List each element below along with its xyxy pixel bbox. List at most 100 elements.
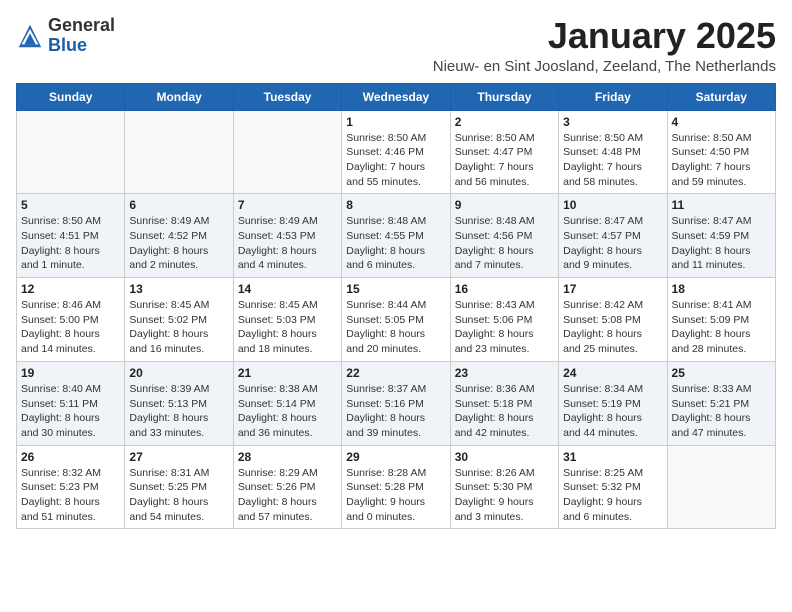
calendar-cell: 4 Sunrise: 8:50 AM Sunset: 4:50 PM Daylig… (667, 110, 775, 194)
day-number: 30 (455, 450, 554, 464)
calendar-cell: 21 Sunrise: 8:38 AM Sunset: 5:14 PM Dayli… (233, 361, 341, 445)
day-number: 25 (672, 366, 771, 380)
day-number: 19 (21, 366, 120, 380)
day-info: Sunrise: 8:48 AM Sunset: 4:56 PM Dayligh… (455, 214, 554, 273)
calendar-week-row: 26 Sunrise: 8:32 AM Sunset: 5:23 PM Dayli… (17, 445, 776, 529)
day-info: Sunrise: 8:32 AM Sunset: 5:23 PM Dayligh… (21, 466, 120, 525)
calendar-cell: 10 Sunrise: 8:47 AM Sunset: 4:57 PM Dayli… (559, 194, 667, 278)
day-info: Sunrise: 8:45 AM Sunset: 5:03 PM Dayligh… (238, 298, 337, 357)
calendar-cell: 31 Sunrise: 8:25 AM Sunset: 5:32 PM Dayli… (559, 445, 667, 529)
calendar-cell: 19 Sunrise: 8:40 AM Sunset: 5:11 PM Dayli… (17, 361, 125, 445)
weekday-header: Thursday (450, 83, 558, 110)
calendar-cell: 8 Sunrise: 8:48 AM Sunset: 4:55 PM Daylig… (342, 194, 450, 278)
day-info: Sunrise: 8:28 AM Sunset: 5:28 PM Dayligh… (346, 466, 445, 525)
calendar-cell: 29 Sunrise: 8:28 AM Sunset: 5:28 PM Dayli… (342, 445, 450, 529)
title-section: January 2025 Nieuw- en Sint Joosland, Ze… (433, 16, 776, 75)
day-info: Sunrise: 8:33 AM Sunset: 5:21 PM Dayligh… (672, 382, 771, 441)
day-info: Sunrise: 8:25 AM Sunset: 5:32 PM Dayligh… (563, 466, 662, 525)
day-number: 4 (672, 115, 771, 129)
day-info: Sunrise: 8:40 AM Sunset: 5:11 PM Dayligh… (21, 382, 120, 441)
day-info: Sunrise: 8:50 AM Sunset: 4:50 PM Dayligh… (672, 131, 771, 190)
day-number: 31 (563, 450, 662, 464)
day-number: 13 (129, 282, 228, 296)
day-number: 28 (238, 450, 337, 464)
day-info: Sunrise: 8:44 AM Sunset: 5:05 PM Dayligh… (346, 298, 445, 357)
day-number: 27 (129, 450, 228, 464)
weekday-header: Friday (559, 83, 667, 110)
day-info: Sunrise: 8:29 AM Sunset: 5:26 PM Dayligh… (238, 466, 337, 525)
day-number: 16 (455, 282, 554, 296)
day-number: 26 (21, 450, 120, 464)
calendar-cell: 16 Sunrise: 8:43 AM Sunset: 5:06 PM Dayli… (450, 278, 558, 362)
logo-icon (16, 22, 44, 50)
calendar-cell (233, 110, 341, 194)
day-number: 18 (672, 282, 771, 296)
logo: General Blue (16, 16, 115, 56)
day-number: 8 (346, 198, 445, 212)
day-number: 14 (238, 282, 337, 296)
calendar-cell: 18 Sunrise: 8:41 AM Sunset: 5:09 PM Dayli… (667, 278, 775, 362)
day-info: Sunrise: 8:41 AM Sunset: 5:09 PM Dayligh… (672, 298, 771, 357)
day-info: Sunrise: 8:46 AM Sunset: 5:00 PM Dayligh… (21, 298, 120, 357)
day-number: 12 (21, 282, 120, 296)
calendar-cell: 3 Sunrise: 8:50 AM Sunset: 4:48 PM Daylig… (559, 110, 667, 194)
day-number: 3 (563, 115, 662, 129)
calendar-cell: 7 Sunrise: 8:49 AM Sunset: 4:53 PM Daylig… (233, 194, 341, 278)
calendar-week-row: 19 Sunrise: 8:40 AM Sunset: 5:11 PM Dayli… (17, 361, 776, 445)
calendar-cell: 1Sunrise: 8:50 AM Sunset: 4:46 PM Daylig… (342, 110, 450, 194)
day-number: 9 (455, 198, 554, 212)
calendar-cell: 6 Sunrise: 8:49 AM Sunset: 4:52 PM Daylig… (125, 194, 233, 278)
calendar-cell: 23Sunrise: 8:36 AM Sunset: 5:18 PM Dayli… (450, 361, 558, 445)
day-number: 20 (129, 366, 228, 380)
day-number: 17 (563, 282, 662, 296)
calendar-week-row: 5Sunrise: 8:50 AM Sunset: 4:51 PM Daylig… (17, 194, 776, 278)
day-info: Sunrise: 8:49 AM Sunset: 4:53 PM Dayligh… (238, 214, 337, 273)
calendar-cell: 30 Sunrise: 8:26 AM Sunset: 5:30 PM Dayli… (450, 445, 558, 529)
day-number: 10 (563, 198, 662, 212)
calendar-cell: 2Sunrise: 8:50 AM Sunset: 4:47 PM Daylig… (450, 110, 558, 194)
calendar-week-row: 12 Sunrise: 8:46 AM Sunset: 5:00 PM Dayli… (17, 278, 776, 362)
day-info: Sunrise: 8:49 AM Sunset: 4:52 PM Dayligh… (129, 214, 228, 273)
logo-blue: Blue (48, 36, 115, 56)
weekday-header: Saturday (667, 83, 775, 110)
calendar-cell: 5Sunrise: 8:50 AM Sunset: 4:51 PM Daylig… (17, 194, 125, 278)
location-title: Nieuw- en Sint Joosland, Zeeland, The Ne… (433, 58, 776, 75)
day-info: Sunrise: 8:38 AM Sunset: 5:14 PM Dayligh… (238, 382, 337, 441)
logo-general: General (48, 16, 115, 36)
day-info: Sunrise: 8:47 AM Sunset: 4:57 PM Dayligh… (563, 214, 662, 273)
day-info: Sunrise: 8:47 AM Sunset: 4:59 PM Dayligh… (672, 214, 771, 273)
day-number: 6 (129, 198, 228, 212)
calendar-cell: 28 Sunrise: 8:29 AM Sunset: 5:26 PM Dayli… (233, 445, 341, 529)
weekday-header: Sunday (17, 83, 125, 110)
calendar-table: SundayMondayTuesdayWednesdayThursdayFrid… (16, 83, 776, 530)
day-info: Sunrise: 8:36 AM Sunset: 5:18 PM Dayligh… (455, 382, 554, 441)
day-info: Sunrise: 8:50 AM Sunset: 4:48 PM Dayligh… (563, 131, 662, 190)
day-number: 11 (672, 198, 771, 212)
calendar-cell (667, 445, 775, 529)
day-info: Sunrise: 8:39 AM Sunset: 5:13 PM Dayligh… (129, 382, 228, 441)
day-number: 22 (346, 366, 445, 380)
calendar-cell: 12 Sunrise: 8:46 AM Sunset: 5:00 PM Dayli… (17, 278, 125, 362)
calendar-cell (17, 110, 125, 194)
day-number: 21 (238, 366, 337, 380)
day-info: Sunrise: 8:34 AM Sunset: 5:19 PM Dayligh… (563, 382, 662, 441)
day-info: Sunrise: 8:26 AM Sunset: 5:30 PM Dayligh… (455, 466, 554, 525)
day-info: Sunrise: 8:43 AM Sunset: 5:06 PM Dayligh… (455, 298, 554, 357)
day-info: Sunrise: 8:42 AM Sunset: 5:08 PM Dayligh… (563, 298, 662, 357)
calendar-cell: 26 Sunrise: 8:32 AM Sunset: 5:23 PM Dayli… (17, 445, 125, 529)
day-info: Sunrise: 8:50 AM Sunset: 4:46 PM Dayligh… (346, 131, 445, 190)
day-number: 7 (238, 198, 337, 212)
day-info: Sunrise: 8:48 AM Sunset: 4:55 PM Dayligh… (346, 214, 445, 273)
calendar-cell (125, 110, 233, 194)
calendar-cell: 11 Sunrise: 8:47 AM Sunset: 4:59 PM Dayli… (667, 194, 775, 278)
weekday-header: Wednesday (342, 83, 450, 110)
day-number: 24 (563, 366, 662, 380)
day-number: 5 (21, 198, 120, 212)
day-info: Sunrise: 8:45 AM Sunset: 5:02 PM Dayligh… (129, 298, 228, 357)
calendar-cell: 14 Sunrise: 8:45 AM Sunset: 5:03 PM Dayli… (233, 278, 341, 362)
calendar-cell: 25 Sunrise: 8:33 AM Sunset: 5:21 PM Dayli… (667, 361, 775, 445)
day-info: Sunrise: 8:37 AM Sunset: 5:16 PM Dayligh… (346, 382, 445, 441)
day-info: Sunrise: 8:50 AM Sunset: 4:47 PM Dayligh… (455, 131, 554, 190)
day-number: 29 (346, 450, 445, 464)
page-header: General Blue January 2025 Nieuw- en Sint… (16, 16, 776, 75)
